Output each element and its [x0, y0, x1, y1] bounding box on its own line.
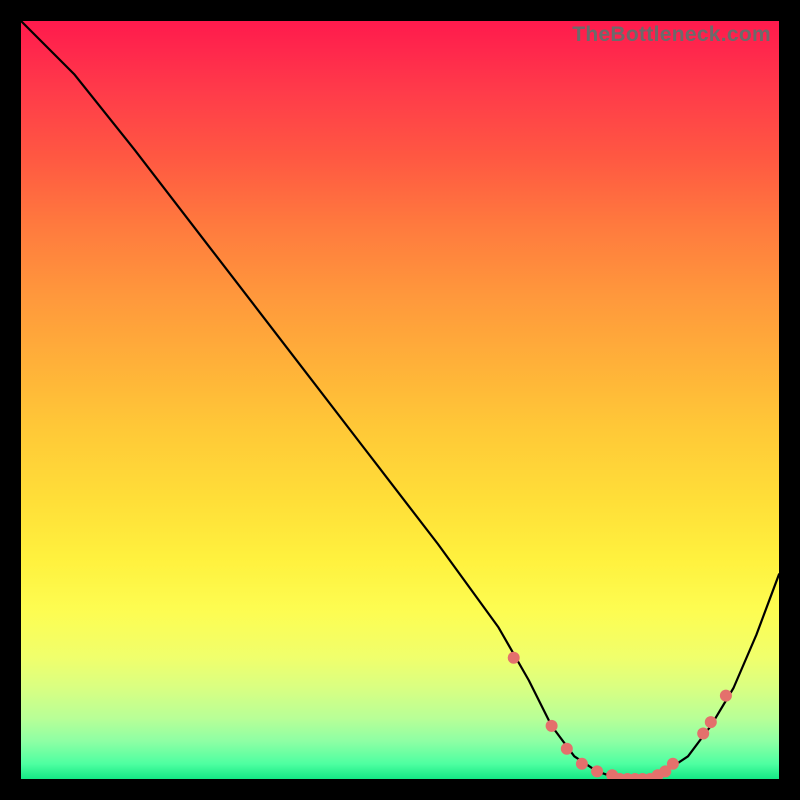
- marker-point: [591, 765, 603, 777]
- marker-point: [561, 743, 573, 755]
- marker-point: [697, 728, 709, 740]
- marker-point: [705, 716, 717, 728]
- marker-point: [667, 758, 679, 770]
- marker-point: [508, 652, 520, 664]
- chart-svg: [21, 21, 779, 779]
- marker-point: [720, 690, 732, 702]
- marker-point: [576, 758, 588, 770]
- bottleneck-curve: [21, 21, 779, 779]
- chart-area: TheBottleneck.com: [21, 21, 779, 779]
- marker-group: [508, 652, 732, 779]
- marker-point: [546, 720, 558, 732]
